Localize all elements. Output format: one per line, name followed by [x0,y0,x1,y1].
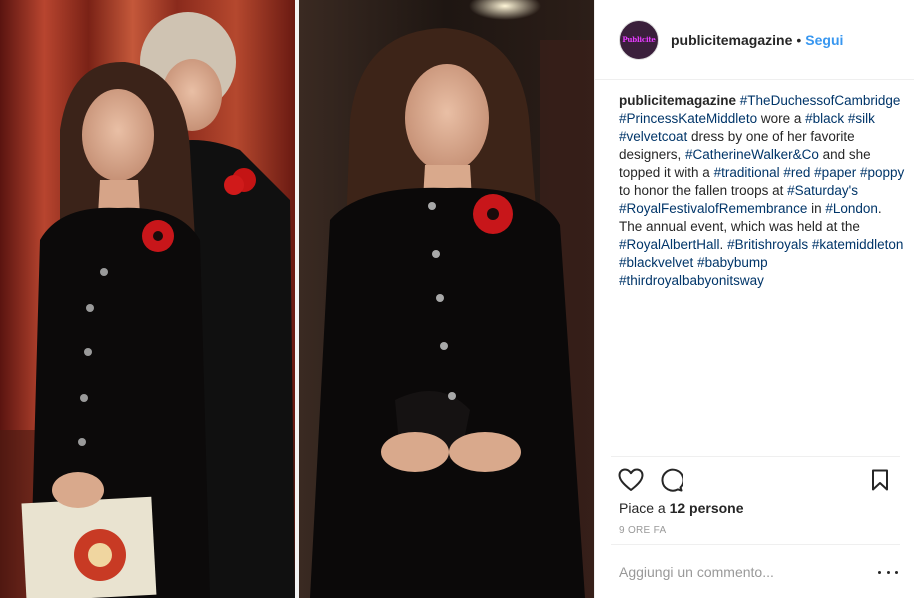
hashtag-link[interactable]: #RoyalFestivalofRemembrance [619,201,807,216]
hashtag-link[interactable]: #velvetcoat [619,129,687,144]
hashtag-link[interactable]: #paper [814,165,856,180]
hashtag-link[interactable]: #CatherineWalker&Co [685,147,819,162]
more-options-icon[interactable] [878,564,898,580]
hashtag-link[interactable]: #katemiddleton [812,237,904,252]
comment-input[interactable] [611,563,861,580]
hashtag-link[interactable]: #traditional [714,165,780,180]
post-caption: publicitemagazine #TheDuchessofCambridge… [619,92,905,290]
hashtag-link[interactable]: #black [805,111,844,126]
caption-text: to honor the fallen troops at [619,183,788,198]
more-dot [878,570,881,574]
post-author-username[interactable]: publicitemagazine [671,32,792,48]
hashtag-link[interactable]: #thirdroyalbabyonitsway [619,273,764,288]
add-comment-section [611,544,900,598]
hashtag-link[interactable]: #red [783,165,810,180]
instagram-post: Publicite publicitemagazine • Segui publ… [0,0,914,598]
hashtag-link[interactable]: #RoyalAlbertHall [619,237,720,252]
hashtag-link[interactable]: #Britishroyals [727,237,808,252]
hashtag-link[interactable]: #silk [848,111,875,126]
post-timestamp[interactable]: 9 ORE FA [619,525,666,536]
post-image[interactable] [0,0,594,598]
hashtag-link[interactable]: #London [825,201,878,216]
caption-text: in [807,201,826,216]
likes-prefix: Piace a [619,500,670,516]
hashtag-link[interactable]: #babybump [697,255,768,270]
hashtag-link[interactable]: #blackvelvet [619,255,693,270]
heart-icon[interactable] [611,460,651,500]
bookmark-icon[interactable] [860,460,900,500]
hashtag-link[interactable]: #Saturday's [787,183,858,198]
hashtag-link[interactable]: #PrincessKateMiddleto [619,111,757,126]
post-header: Publicite publicitemagazine • Segui [595,0,914,80]
profile-avatar[interactable]: Publicite [619,19,659,60]
post-photo-collage [0,0,594,598]
more-dot [886,570,890,574]
likes-count[interactable]: Piace a 12 persone [619,500,744,516]
caption-text: . [719,237,728,252]
post-actions-bar [611,456,900,503]
post-side-panel: Publicite publicitemagazine • Segui publ… [594,0,914,598]
caption-text: wore a [757,111,806,126]
header-separator: • [796,31,802,48]
caption-username[interactable]: publicitemagazine [619,93,736,108]
hashtag-link[interactable]: #poppy [860,165,904,180]
follow-button[interactable]: Segui [805,32,843,48]
more-dot [895,570,898,574]
likes-number[interactable]: 12 persone [670,500,744,516]
comment-icon[interactable] [651,460,691,500]
avatar-logo-text: Publicite [622,35,656,44]
hashtag-link[interactable]: #TheDuchessofCambridge [740,93,901,108]
